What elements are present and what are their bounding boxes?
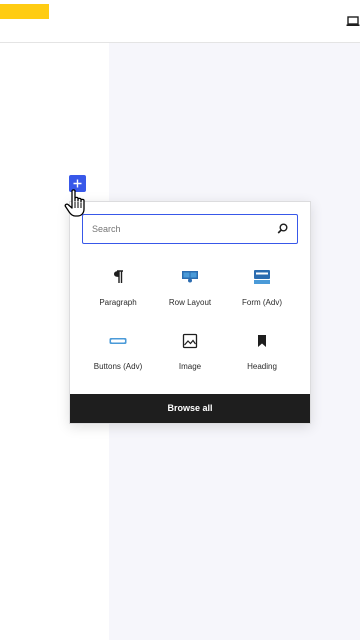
form-icon	[254, 270, 270, 284]
block-label: Paragraph	[99, 298, 137, 307]
block-form-adv[interactable]: Form (Adv)	[226, 258, 298, 314]
row-layout-icon	[182, 271, 198, 283]
editor-top-bar	[0, 0, 360, 43]
block-inserter-popover: Paragraph Row Layout Form (Adv)	[69, 201, 311, 424]
paragraph-icon	[114, 270, 123, 283]
image-icon	[182, 333, 198, 349]
block-row-layout[interactable]: Row Layout	[154, 258, 226, 314]
block-search-input[interactable]	[83, 215, 272, 242]
block-search	[82, 214, 298, 244]
browse-all-button[interactable]: Browse all	[70, 394, 310, 423]
block-image[interactable]: Image	[154, 322, 226, 378]
block-label: Heading	[247, 362, 277, 371]
logo[interactable]	[0, 4, 49, 19]
buttons-icon	[109, 338, 127, 344]
block-label: Buttons (Adv)	[93, 362, 143, 371]
hand-pointer-icon	[64, 189, 85, 217]
block-label: Row Layout	[168, 298, 212, 307]
block-paragraph[interactable]: Paragraph	[82, 258, 154, 314]
search-icon[interactable]	[277, 223, 288, 234]
block-label: Image	[178, 362, 202, 371]
block-heading[interactable]: Heading	[226, 322, 298, 378]
laptop-icon[interactable]	[346, 14, 360, 28]
heading-icon	[258, 335, 266, 347]
block-buttons-adv[interactable]: Buttons (Adv)	[82, 322, 154, 378]
block-label: Form (Adv)	[242, 298, 282, 307]
